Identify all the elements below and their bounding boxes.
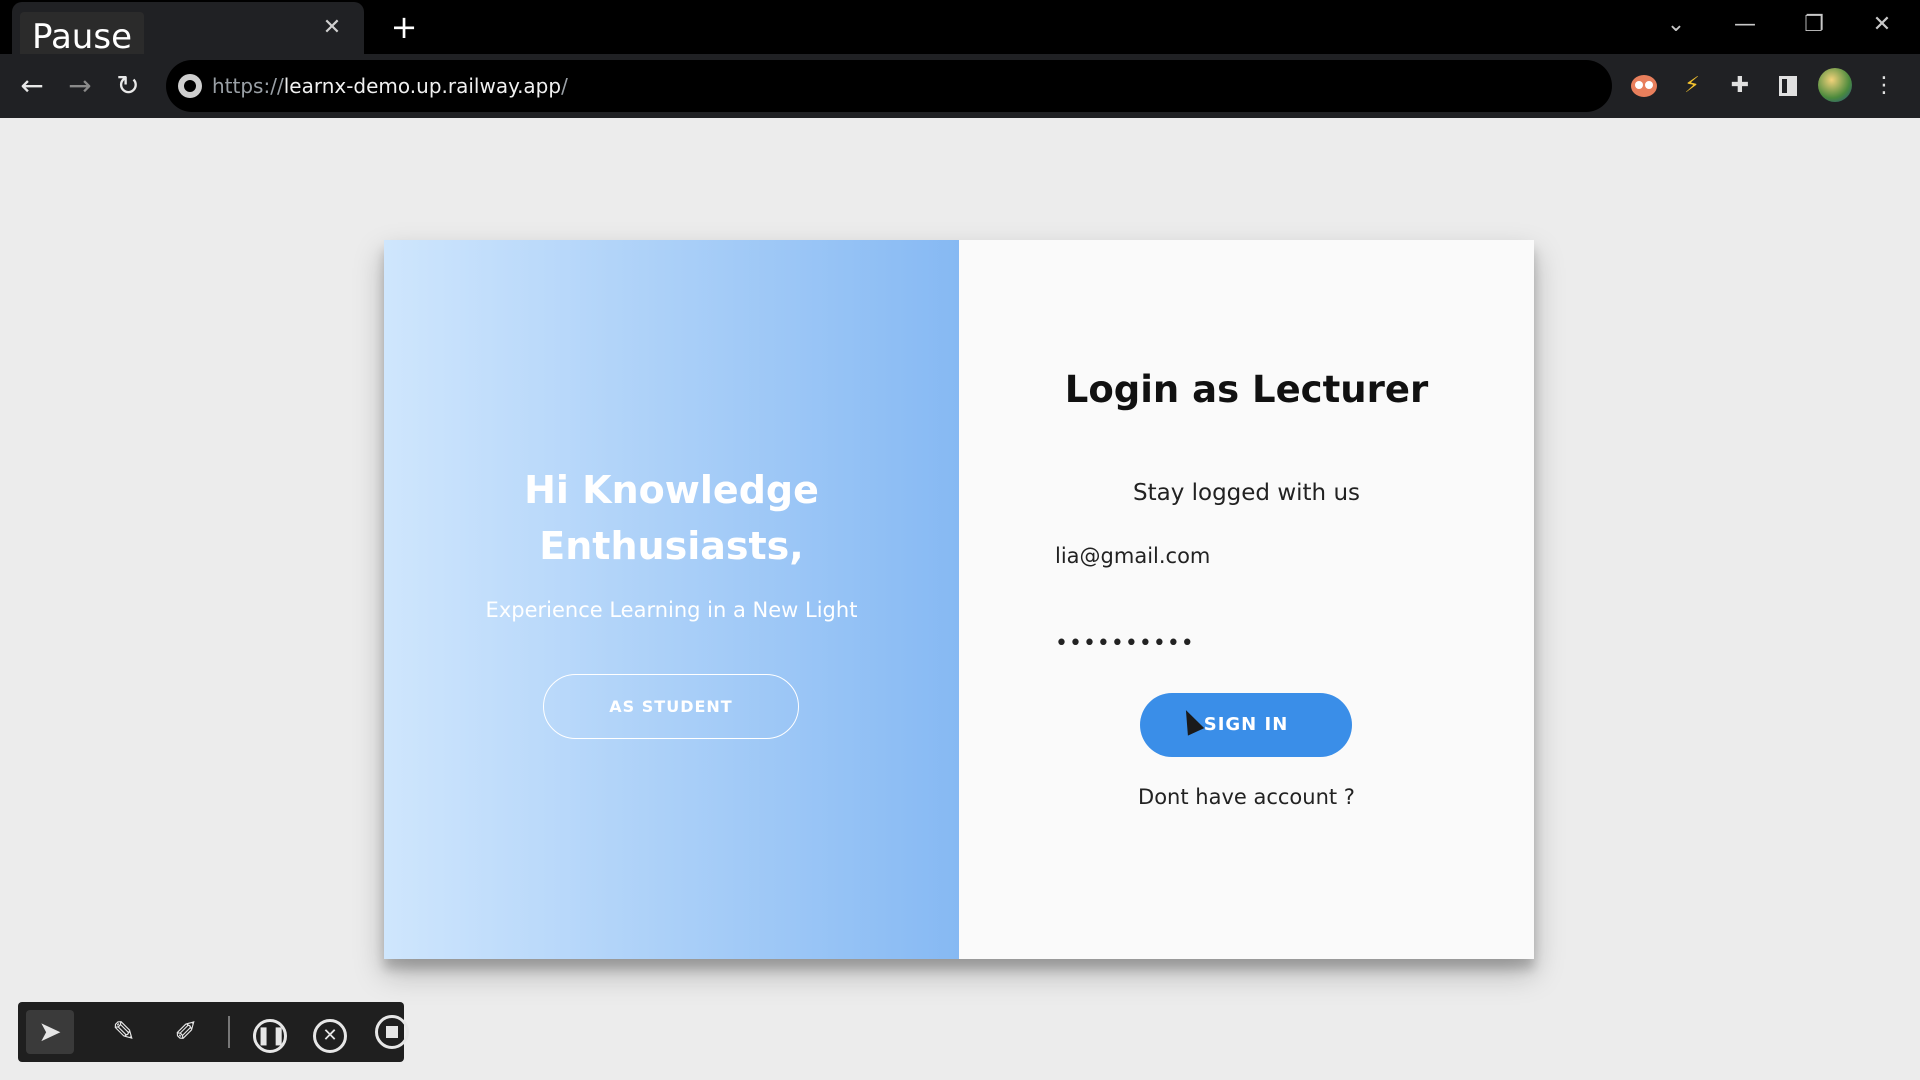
register-link[interactable]: Dont have account ? — [959, 785, 1534, 809]
side-panel-icon[interactable] — [1770, 68, 1806, 104]
browser-menu-icon[interactable]: ⋮ — [1866, 68, 1902, 104]
forward-icon[interactable]: → — [62, 68, 98, 104]
extension-lightning-icon[interactable]: ⚡ — [1674, 68, 1710, 104]
login-title: Login as Lecturer — [1064, 368, 1429, 411]
welcome-heading: Hi Knowledge Enthusiasts, — [384, 462, 959, 574]
back-icon[interactable]: ← — [14, 68, 50, 104]
site-info-icon[interactable] — [178, 74, 202, 98]
sign-in-label: SIGN IN — [1203, 714, 1289, 735]
address-bar[interactable]: https://learnx-demo.up.railway.app/ — [166, 60, 1612, 112]
recorder-toolbar: ➤ ✎ ✐ ❚❚ ✕ — [18, 1002, 409, 1062]
sign-in-button[interactable]: SIGN IN — [1140, 693, 1352, 757]
browser-toolbar: ← → ↻ https://learnx-demo.up.railway.app… — [0, 54, 1920, 118]
browser-tab[interactable]: Pause ✕ — [12, 2, 364, 62]
url-path: / — [561, 74, 568, 98]
login-card: Hi Knowledge Enthusiasts, Experience Lea… — [384, 240, 1534, 959]
pen-tool-icon[interactable]: ✎ — [100, 1010, 148, 1054]
highlighter-tool-icon[interactable]: ✐ — [162, 1010, 210, 1054]
cancel-recording-icon[interactable]: ✕ — [306, 1010, 354, 1054]
extension-face-icon[interactable] — [1626, 68, 1662, 104]
extensions-puzzle-icon[interactable]: ✚ — [1722, 68, 1758, 104]
login-subtitle: Stay logged with us — [1132, 480, 1361, 506]
login-form-panel: Login as Lecturer Stay logged with us li… — [959, 240, 1534, 959]
profile-avatar[interactable] — [1818, 68, 1852, 102]
restore-icon[interactable]: ❐ — [1794, 8, 1834, 42]
tab-search-icon[interactable]: ⌄ — [1656, 8, 1696, 42]
browser-tab-bar: Pause ✕ + ⌄ — ❐ ✕ — [0, 0, 1920, 62]
password-field[interactable]: •••••••••• — [1055, 624, 1435, 664]
as-student-button[interactable]: AS STUDENT — [543, 674, 799, 739]
close-window-icon[interactable]: ✕ — [1862, 8, 1902, 42]
mouse-cursor-icon — [1177, 706, 1205, 736]
url-host: learnx-demo.up.railway.app — [283, 74, 562, 98]
reload-icon[interactable]: ↻ — [110, 68, 146, 104]
welcome-panel: Hi Knowledge Enthusiasts, Experience Lea… — [384, 240, 959, 959]
stop-recording-icon[interactable] — [368, 1010, 416, 1054]
welcome-heading-line1: Hi Knowledge — [524, 468, 819, 512]
welcome-heading-line2: Enthusiasts, — [539, 524, 804, 568]
url-scheme: https:// — [212, 74, 284, 98]
pointer-tool-icon[interactable]: ➤ — [26, 1010, 74, 1054]
minimize-icon[interactable]: — — [1725, 8, 1765, 42]
toolbar-divider — [228, 1016, 230, 1048]
pause-recording-icon[interactable]: ❚❚ — [246, 1010, 294, 1054]
new-tab-icon[interactable]: + — [388, 11, 420, 44]
welcome-tagline: Experience Learning in a New Light — [485, 598, 858, 622]
url-text: https://learnx-demo.up.railway.app/ — [212, 60, 568, 112]
tab-close-icon[interactable]: ✕ — [318, 14, 346, 42]
email-field[interactable]: lia@gmail.com — [1055, 536, 1435, 576]
